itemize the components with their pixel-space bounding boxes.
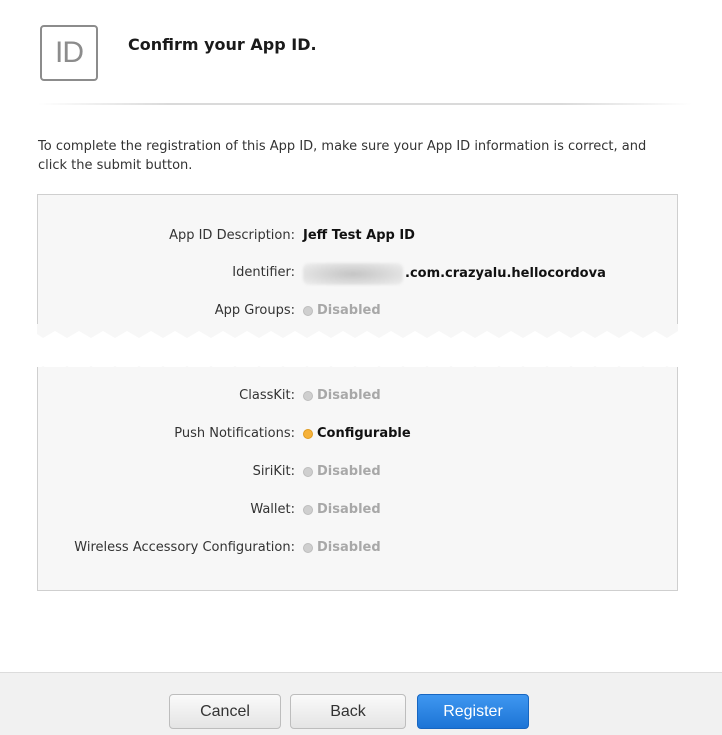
row-wallet: Wallet: Disabled (38, 500, 679, 520)
wallet-value: Disabled (303, 500, 381, 520)
row-wireless-accessory: Wireless Accessory Configuration: Disabl… (38, 538, 679, 558)
footer-bar: Cancel Back Register (0, 672, 722, 735)
app-id-icon-text: ID (55, 36, 84, 69)
row-sirikit: SiriKit: Disabled (38, 462, 679, 482)
app-id-icon: ID (40, 25, 98, 81)
disabled-status-icon (303, 467, 313, 477)
back-button[interactable]: Back (290, 694, 406, 729)
page-title: Confirm your App ID. (128, 35, 317, 54)
header-divider (38, 103, 692, 105)
wireless-accessory-label: Wireless Accessory Configuration: (74, 540, 295, 555)
wireless-accessory-value: Disabled (303, 538, 381, 558)
push-notifications-value: Configurable (303, 424, 411, 444)
app-groups-status: Disabled (317, 303, 381, 318)
instructions-text: To complete the registration of this App… (38, 139, 647, 173)
wallet-label: Wallet: (250, 502, 295, 517)
register-button[interactable]: Register (417, 694, 529, 729)
push-notifications-status: Configurable (317, 426, 411, 441)
row-push-notifications: Push Notifications: Configurable (38, 424, 679, 444)
configurable-status-icon (303, 429, 313, 439)
classkit-value: Disabled (303, 386, 381, 406)
app-id-confirm-page: ID Confirm your App ID. To complete the … (0, 0, 722, 735)
row-app-groups: App Groups: Disabled (38, 301, 679, 321)
row-identifier: Identifier: .com.crazyalu.hellocordova (38, 263, 679, 285)
identifier-label: Identifier: (232, 265, 295, 280)
app-groups-label: App Groups: (214, 303, 295, 318)
push-notifications-label: Push Notifications: (174, 426, 295, 441)
row-app-id-description: App ID Description: Jeff Test App ID (38, 226, 679, 246)
disabled-status-icon (303, 306, 313, 316)
disabled-status-icon (303, 391, 313, 401)
classkit-label: ClassKit: (239, 388, 295, 403)
details-panel-bottom: ClassKit: Disabled Push Notifications: C… (37, 367, 678, 591)
app-groups-value: Disabled (303, 301, 381, 321)
identifier-bundle-id: .com.crazyalu.hellocordova (405, 266, 606, 281)
sirikit-status: Disabled (317, 464, 381, 479)
wallet-status: Disabled (317, 502, 381, 517)
cancel-button[interactable]: Cancel (169, 694, 281, 729)
sirikit-label: SiriKit: (252, 464, 295, 479)
description-value: Jeff Test App ID (303, 228, 415, 243)
disabled-status-icon (303, 543, 313, 553)
wireless-accessory-status: Disabled (317, 540, 381, 555)
details-panel-top: App ID Description: Jeff Test App ID Ide… (37, 194, 678, 331)
redacted-team-id (303, 263, 403, 285)
classkit-status: Disabled (317, 388, 381, 403)
identifier-value: .com.crazyalu.hellocordova (303, 263, 606, 285)
row-classkit: ClassKit: Disabled (38, 386, 679, 406)
disabled-status-icon (303, 505, 313, 515)
torn-edge-top (37, 324, 678, 338)
sirikit-value: Disabled (303, 462, 381, 482)
description-label: App ID Description: (169, 228, 295, 243)
